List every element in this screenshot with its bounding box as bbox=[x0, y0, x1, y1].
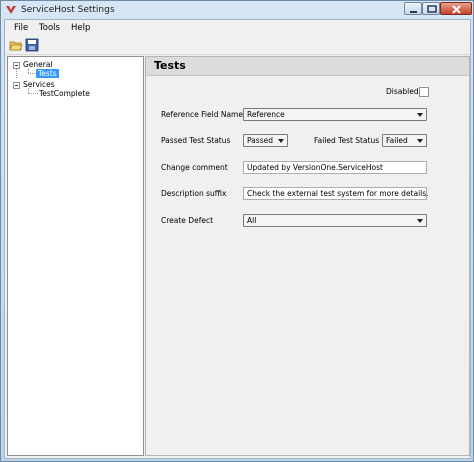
change-comment-value: Updated by VersionOne.ServiceHost bbox=[247, 163, 383, 172]
create-defect-select[interactable]: All bbox=[243, 214, 427, 227]
tree-connector bbox=[28, 93, 38, 94]
passed-status-label: Passed Test Status bbox=[161, 136, 231, 145]
settings-tree[interactable]: General Tests Services TestComplete bbox=[7, 56, 144, 456]
client-area: File Tools Help General Tests Services T… bbox=[4, 19, 471, 459]
tree-connector bbox=[16, 69, 17, 78]
description-suffix-value: Check the external test system for more … bbox=[247, 189, 429, 198]
collapse-general-icon[interactable] bbox=[13, 62, 20, 69]
close-button[interactable] bbox=[440, 2, 472, 15]
minimize-icon bbox=[410, 11, 417, 13]
menu-file[interactable]: File bbox=[14, 23, 28, 33]
passed-status-select[interactable]: Passed bbox=[243, 134, 288, 147]
open-folder-icon[interactable] bbox=[9, 38, 23, 52]
menu-bar: File Tools Help bbox=[5, 20, 470, 36]
description-suffix-input[interactable]: Check the external test system for more … bbox=[243, 187, 429, 200]
passed-status-value: Passed bbox=[247, 136, 273, 145]
description-suffix-label: Description suffix bbox=[161, 189, 227, 198]
chevron-down-icon bbox=[278, 139, 284, 143]
menu-help[interactable]: Help bbox=[71, 23, 90, 33]
save-icon[interactable] bbox=[25, 38, 39, 52]
window-title: ServiceHost Settings bbox=[21, 5, 115, 15]
tree-node-tests[interactable]: Tests bbox=[36, 69, 59, 78]
menu-tools[interactable]: Tools bbox=[39, 23, 60, 33]
tree-node-testcomplete[interactable]: TestComplete bbox=[39, 89, 90, 98]
panel-header: Tests bbox=[146, 57, 469, 76]
failed-status-select[interactable]: Failed bbox=[382, 134, 427, 147]
create-defect-value: All bbox=[247, 216, 257, 225]
failed-status-value: Failed bbox=[386, 136, 408, 145]
chevron-down-icon bbox=[417, 139, 423, 143]
panel-title: Tests bbox=[154, 59, 186, 72]
change-comment-label: Change comment bbox=[161, 163, 228, 172]
disabled-checkbox[interactable] bbox=[419, 87, 429, 97]
tree-connector bbox=[28, 69, 29, 73]
reference-field-select[interactable]: Reference bbox=[243, 108, 427, 121]
close-icon bbox=[452, 5, 461, 14]
minimize-button[interactable] bbox=[404, 2, 422, 15]
failed-status-label: Failed Test Status bbox=[314, 136, 380, 145]
toolbar bbox=[5, 36, 470, 55]
tree-connector bbox=[28, 73, 35, 74]
reference-field-value: Reference bbox=[247, 110, 285, 119]
chevron-down-icon bbox=[417, 219, 423, 223]
change-comment-input[interactable]: Updated by VersionOne.ServiceHost bbox=[243, 161, 427, 174]
app-icon bbox=[6, 6, 16, 14]
settings-panel: Tests Disabled Reference Field Name Refe… bbox=[145, 56, 470, 456]
maximize-icon bbox=[427, 5, 437, 13]
disabled-label: Disabled bbox=[386, 87, 419, 96]
collapse-services-icon[interactable] bbox=[13, 82, 20, 89]
chevron-down-icon bbox=[417, 113, 423, 117]
app-window: ServiceHost Settings File Tools Help Gen… bbox=[0, 0, 474, 462]
maximize-button[interactable] bbox=[422, 2, 440, 15]
reference-field-label: Reference Field Name bbox=[161, 110, 243, 119]
create-defect-label: Create Defect bbox=[161, 216, 214, 225]
title-bar[interactable]: ServiceHost Settings bbox=[1, 1, 473, 19]
tree-node-general[interactable]: General bbox=[23, 60, 53, 69]
